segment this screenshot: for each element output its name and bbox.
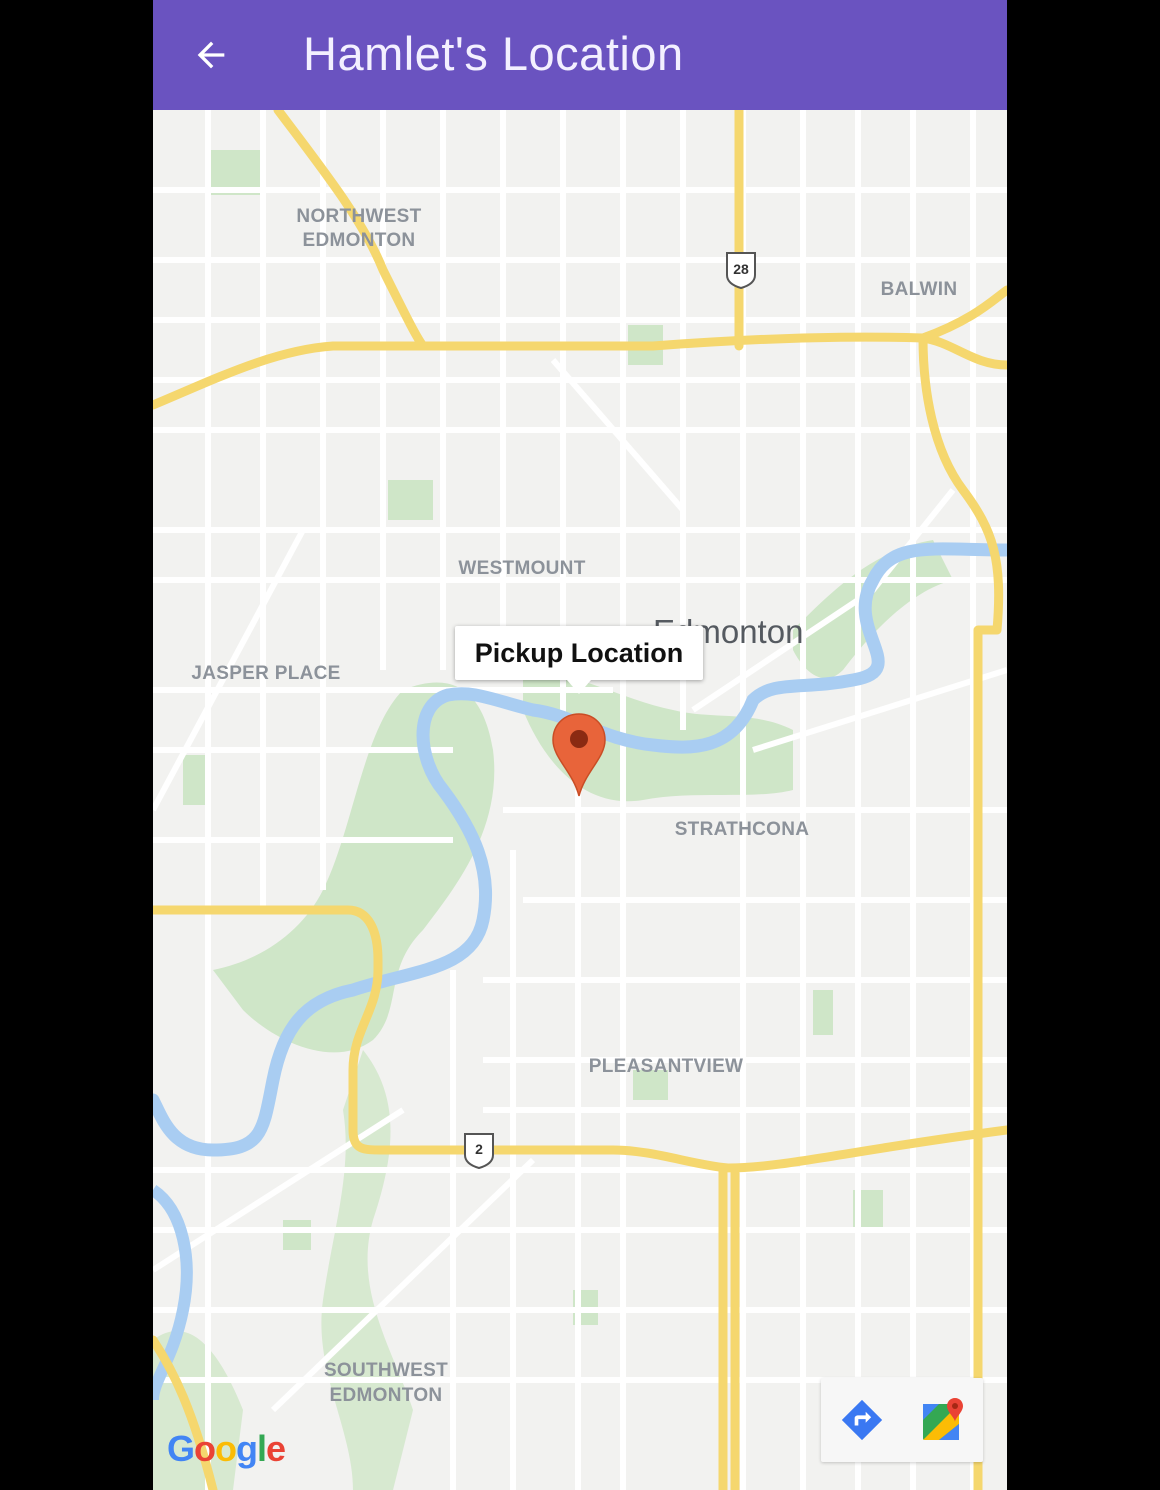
- pickup-marker[interactable]: [551, 712, 607, 798]
- label-strathcona: STRATHCONA: [675, 819, 810, 840]
- directions-icon: [841, 1399, 882, 1441]
- label-balwin: BALWIN: [881, 279, 958, 300]
- logo-letter-e: e: [266, 1428, 286, 1469]
- google-maps-icon: [922, 1398, 963, 1440]
- phone-screen: Hamlet's Location 28 2 NORTHWEST EDMONTO…: [153, 0, 1007, 1490]
- map-view[interactable]: 28 2 NORTHWEST EDMONTON BALWIN WESTMOUNT…: [153, 110, 1007, 1490]
- logo-letter-o1: o: [194, 1428, 216, 1469]
- directions-button[interactable]: [821, 1378, 902, 1462]
- arrow-back-icon: [197, 41, 225, 69]
- map-pin-icon: [552, 713, 606, 797]
- svg-text:2: 2: [475, 1141, 483, 1157]
- logo-letter-g: G: [167, 1428, 195, 1469]
- label-southwest-line1: SOUTHWEST: [324, 1360, 448, 1381]
- marker-info-window[interactable]: Pickup Location: [455, 626, 703, 694]
- info-window-title: Pickup Location: [474, 637, 684, 668]
- label-jasper-place: JASPER PLACE: [191, 663, 340, 684]
- map-toolbar: [821, 1378, 983, 1462]
- google-logo: Google: [167, 1428, 286, 1470]
- highway-shield-2: 2: [464, 1133, 494, 1170]
- logo-letter-g2: g: [236, 1428, 258, 1469]
- label-pleasantview: PLEASANTVIEW: [589, 1056, 744, 1077]
- back-button[interactable]: [183, 27, 239, 83]
- svg-text:28: 28: [733, 261, 749, 277]
- highway-shield-28: 28: [726, 252, 756, 290]
- label-northwest-line1: NORTHWEST: [296, 206, 421, 227]
- app-bar: Hamlet's Location: [153, 0, 1007, 110]
- open-in-maps-button[interactable]: [902, 1378, 983, 1462]
- logo-letter-l: l: [257, 1428, 267, 1469]
- label-westmount: WESTMOUNT: [458, 558, 585, 579]
- page-title: Hamlet's Location: [303, 27, 684, 80]
- logo-letter-o2: o: [215, 1428, 237, 1469]
- label-southwest-line2: EDMONTON: [330, 1385, 443, 1406]
- label-northwest-line2: EDMONTON: [303, 230, 416, 251]
- map-canvas[interactable]: 28 2 NORTHWEST EDMONTON BALWIN WESTMOUNT…: [153, 110, 1007, 1490]
